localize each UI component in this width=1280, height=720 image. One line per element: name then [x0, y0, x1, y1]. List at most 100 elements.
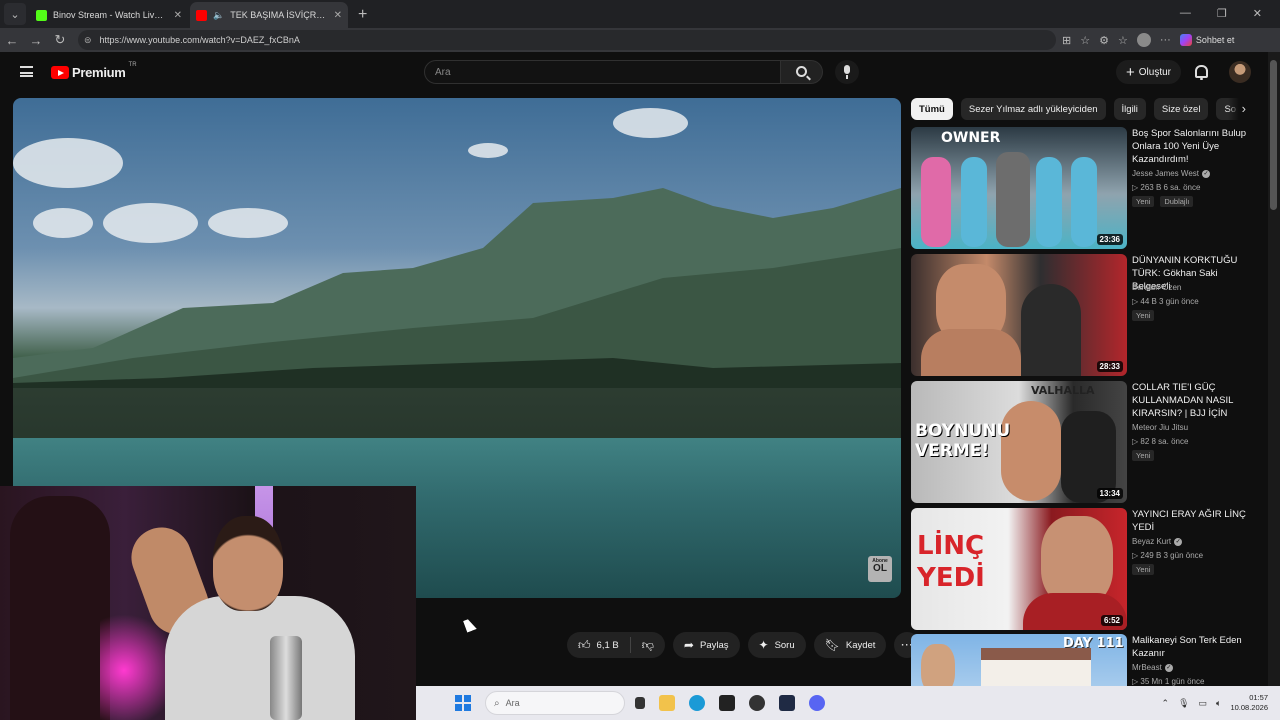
streamer-webcam-overlay [0, 486, 416, 720]
verified-icon: ✓ [1201, 169, 1210, 178]
recommendation-item[interactable]: 28:33 DÜNYANIN KORKTUĞU TÜRK: Gökhan Sak… [911, 254, 1261, 376]
scrollbar-thumb[interactable] [1270, 60, 1277, 210]
video-title[interactable]: Malikaneyi Son Terk Eden Kazanır [1132, 634, 1258, 660]
chip-related[interactable]: İlgili [1113, 98, 1146, 120]
discord-icon[interactable] [809, 695, 825, 711]
subscribe-watermark[interactable]: Abone OL [868, 556, 892, 582]
browser-tab-youtube[interactable]: 🔈 TEK BAŞIMA İSVİÇRE KÖYLERİ ✕ [190, 2, 348, 28]
ask-button[interactable]: ✦ Soru [747, 632, 806, 658]
channel-label: Bahadır Özen [1132, 283, 1182, 292]
chat-button[interactable]: Sohbet et [1179, 34, 1234, 46]
channel-name[interactable]: Jesse James West ✓ [1132, 169, 1210, 178]
media-app-icon[interactable] [719, 695, 735, 711]
youtube-play-icon [51, 66, 69, 79]
task-view-icon[interactable] [635, 697, 645, 709]
save-button[interactable]: 🔖︎ Kaydet [813, 632, 887, 658]
recommendation-item[interactable]: OWNER 23:36 Boş Spor Salonlarını Bulup O… [911, 127, 1261, 249]
subscribe-watermark-big: OL [873, 563, 887, 575]
minimize-icon[interactable]: — [1180, 7, 1191, 20]
clock[interactable]: 01:57 10.08.2026 [1230, 693, 1268, 713]
more-options-icon[interactable]: ··· [1160, 34, 1171, 46]
dislike-button[interactable]: 👎︎ [631, 632, 665, 658]
restore-icon[interactable]: ❐ [1217, 7, 1227, 20]
create-button[interactable]: + Oluştur [1116, 60, 1181, 84]
share-button[interactable]: ➦ Paylaş [672, 632, 740, 658]
channel-name[interactable]: MrBeast ✓ [1132, 663, 1173, 672]
notifications-bell-icon[interactable] [1195, 65, 1208, 80]
kick-favicon-icon [36, 9, 47, 21]
video-thumbnail[interactable]: VALHALLA BOYNUNU VERME! 13:34 [911, 381, 1127, 503]
bookmark-star-icon[interactable]: ☆ [1080, 34, 1090, 47]
thumbnail-text: DAY 111 [1063, 636, 1124, 651]
browser-toolbar-icons: ⊞ ☆ ⚙ ☆ ··· Sohbet et [1062, 33, 1234, 47]
menu-icon[interactable] [20, 66, 33, 77]
window-controls: — ❐ ✕ [1180, 7, 1280, 28]
vscode-icon[interactable] [779, 695, 795, 711]
close-tab-icon[interactable]: ✕ [174, 10, 182, 21]
youtube-premium-logo[interactable]: Premium TR [51, 62, 137, 80]
url-field[interactable]: ⊜ https://www.youtube.com/watch?v=DAEZ_f… [78, 30, 1056, 50]
logo-text: Premium [72, 65, 126, 80]
forward-icon[interactable]: → [24, 33, 48, 48]
video-badges: Yeni Dublajlı [1132, 196, 1194, 207]
edge-browser-icon[interactable] [689, 695, 705, 711]
recommendation-item[interactable]: VALHALLA BOYNUNU VERME! 13:34 COLLAR TIE… [911, 381, 1261, 503]
search-input[interactable]: Ara [424, 60, 781, 84]
network-icon[interactable]: ▭ [1199, 698, 1208, 709]
favorites-icon[interactable]: ☆ [1118, 34, 1128, 47]
video-title[interactable]: COLLAR TIE'I GÜÇ KULLANMADAN NASIL KIRAR… [1132, 381, 1258, 421]
recommendation-item[interactable]: DAY 111 Malikaneyi Son Terk Eden Kazanır… [911, 634, 1261, 686]
video-meta: ▷ 44 B 3 gün önce [1132, 297, 1199, 306]
channel-name[interactable]: Meteor Jiu Jitsu [1132, 423, 1188, 432]
windows-start-icon[interactable] [455, 695, 471, 711]
create-label: Oluştur [1138, 66, 1171, 78]
gaming-chair [10, 496, 110, 720]
reload-icon[interactable]: ↻ [48, 32, 72, 48]
clock-date: 10.08.2026 [1230, 703, 1268, 712]
new-tab-icon[interactable]: + [358, 6, 367, 24]
microphone-icon[interactable]: 🎙︎ [1178, 698, 1189, 709]
chevron-right-icon[interactable]: › [1228, 98, 1256, 120]
youtube-header: Premium TR Ara + Oluştur [0, 52, 1280, 92]
video-title[interactable]: Boş Spor Salonlarını Bulup Onlara 100 Ye… [1132, 127, 1258, 166]
extensions-icon[interactable]: ⚙ [1099, 34, 1109, 47]
speaker-icon[interactable]: 🔈 [213, 10, 224, 21]
water-bottle [270, 636, 302, 720]
profile-icon[interactable] [1136, 33, 1151, 47]
video-meta: ▷ 82 8 sa. önce [1132, 437, 1189, 446]
obs-icon[interactable] [749, 695, 765, 711]
tab-title: Binov Stream - Watch Live on Kick [53, 10, 168, 20]
copilot-icon [1179, 34, 1192, 46]
video-title[interactable]: YAYINCI ERAY AĞIR LİNÇ YEDİ [1132, 508, 1258, 534]
app-install-icon[interactable]: ⊞ [1062, 34, 1071, 47]
video-thumbnail[interactable]: OWNER 23:36 [911, 127, 1127, 249]
close-window-icon[interactable]: ✕ [1253, 7, 1262, 20]
channel-name[interactable]: Bahadır Özen [1132, 283, 1181, 292]
voice-search-icon[interactable] [835, 60, 859, 84]
account-avatar[interactable] [1229, 61, 1251, 83]
channel-name[interactable]: Beyaz Kurt ✓ [1132, 537, 1183, 546]
site-info-icon[interactable]: ⊜ [84, 35, 92, 46]
chip-from-uploader[interactable]: Sezer Yılmaz adlı yükleyiciden [960, 98, 1106, 120]
video-thumbnail[interactable]: LİNÇ YEDİ 6:52 [911, 508, 1127, 630]
video-duration: 6:52 [1100, 615, 1123, 626]
tab-list-button[interactable]: ⌄ [4, 3, 26, 25]
like-dislike-group: 👍︎ 6,1 B 👎︎ [567, 632, 665, 658]
video-thumbnail[interactable]: DAY 111 [911, 634, 1127, 686]
search-icon [796, 66, 807, 77]
like-button[interactable]: 👍︎ 6,1 B [567, 632, 630, 658]
search-button[interactable] [781, 60, 823, 84]
cloud-shape [613, 108, 688, 138]
back-icon[interactable]: ← [0, 33, 24, 48]
file-explorer-icon[interactable] [659, 695, 675, 711]
browser-tab-kick[interactable]: Binov Stream - Watch Live on Kick ✕ [30, 2, 188, 28]
recommendation-item[interactable]: LİNÇ YEDİ 6:52 YAYINCI ERAY AĞIR LİNÇ YE… [911, 508, 1261, 630]
taskbar-search-input[interactable]: ⌕ Ara [485, 691, 625, 715]
chip-for-you[interactable]: Size özel [1153, 98, 1209, 120]
close-tab-icon[interactable]: ✕ [334, 10, 342, 21]
volume-icon[interactable]: 🔈︎ [1216, 698, 1221, 709]
chip-all[interactable]: Tümü [911, 98, 953, 120]
video-thumbnail[interactable]: 28:33 [911, 254, 1127, 376]
show-hidden-icons-icon[interactable]: ⌃ [1162, 698, 1170, 709]
bookmark-icon: 🔖︎ [824, 638, 840, 652]
